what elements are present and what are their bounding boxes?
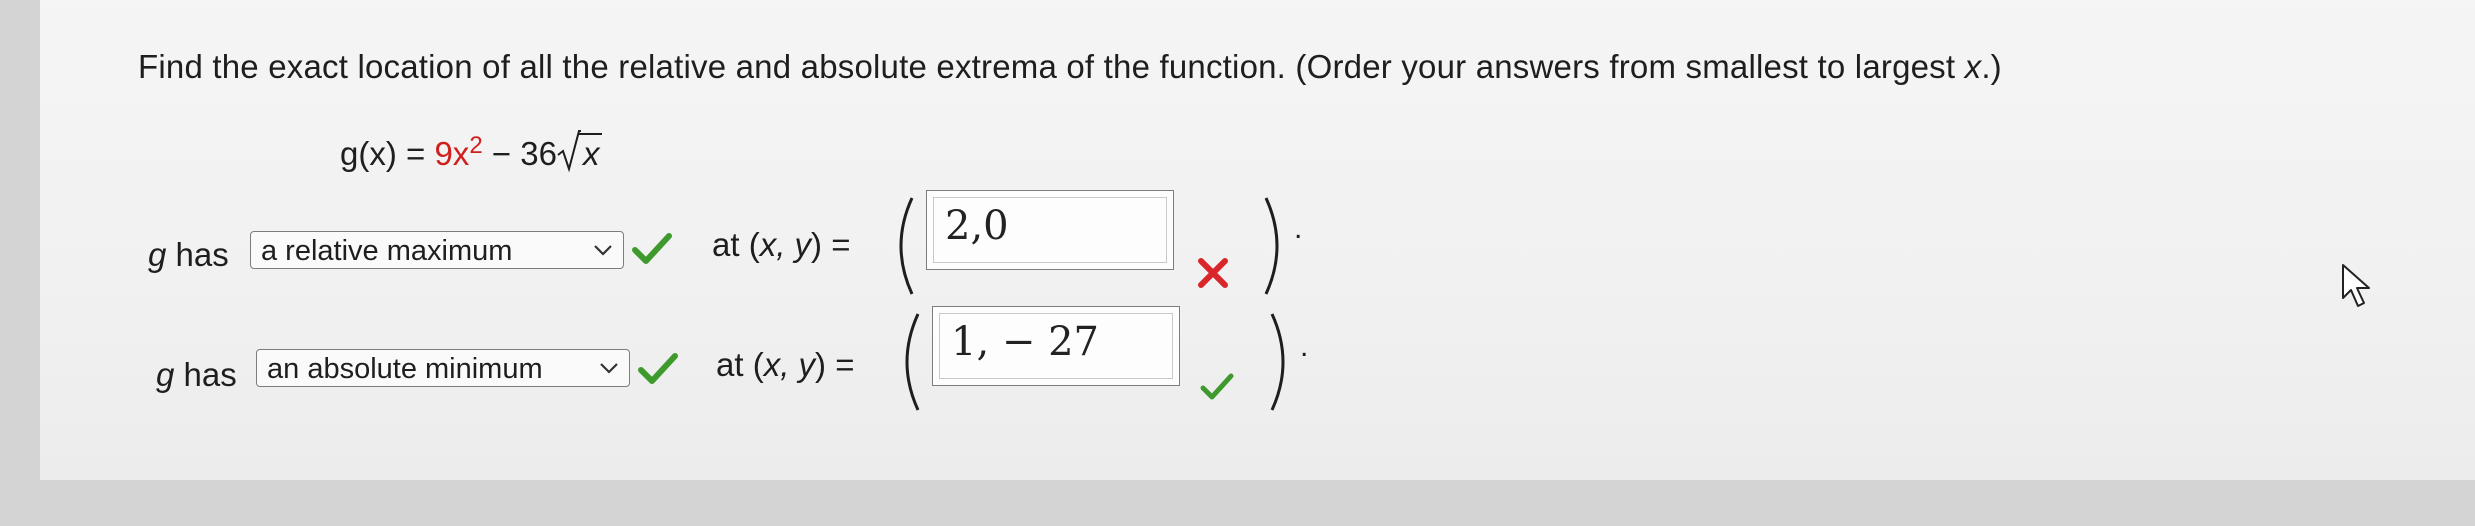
chevron-down-icon — [600, 363, 618, 374]
left-paren-icon — [899, 197, 914, 295]
cross-icon — [1198, 258, 1228, 288]
row1-g-has-label: g has — [148, 236, 229, 274]
row2-end-punct: . — [1300, 330, 1309, 363]
row1-g-symbol: g — [148, 236, 167, 273]
row1-end-punct: . — [1294, 212, 1303, 245]
right-paren-icon — [1270, 313, 1285, 411]
prompt-variable: x — [1964, 48, 1982, 85]
chevron-down-icon — [594, 245, 612, 256]
row2-at-xy-label: at (x, y) = — [716, 346, 854, 384]
left-paren-icon — [905, 313, 920, 411]
row1-select-value: a relative maximum — [261, 235, 513, 267]
function-formula: g(x) = 9x2 − 36 x — [340, 130, 602, 173]
prompt-end: .) — [1981, 48, 2002, 85]
row2-at-text: at ( — [716, 346, 764, 383]
row1-equals: ) = — [811, 226, 851, 263]
row1-answer-value: 2,0 — [945, 203, 1009, 249]
row1-at-text: at ( — [712, 226, 760, 263]
row2-has-text: has — [174, 356, 237, 393]
square-root: x — [557, 130, 602, 173]
row2-equals: ) = — [815, 346, 855, 383]
row1-at-xy-label: at (x, y) = — [712, 226, 850, 264]
mouse-pointer-icon — [2342, 264, 2370, 307]
formula-term1: 9x2 — [434, 132, 483, 172]
row2-xy-vars: x, y — [763, 346, 816, 383]
row2-select-value: an absolute minimum — [267, 353, 543, 385]
row2-g-has-label: g has — [156, 356, 237, 394]
row2-answer-value: 1, − 27 — [951, 319, 1100, 365]
right-paren-icon — [1264, 197, 1279, 295]
row2-extremum-select[interactable]: an absolute minimum — [256, 349, 630, 387]
row1-extremum-select[interactable]: a relative maximum — [250, 231, 624, 269]
radical-sign-icon — [557, 130, 581, 173]
formula-term1-exponent: 2 — [469, 132, 483, 159]
check-icon — [1200, 373, 1234, 400]
check-icon — [638, 353, 678, 384]
row1-answer-input[interactable]: 2,0 — [926, 190, 1174, 270]
radicand: x — [579, 133, 602, 172]
row2-g-symbol: g — [156, 356, 175, 393]
row2-answer-input[interactable]: 1, − 27 — [932, 306, 1180, 386]
formula-lhs: g(x) = — [340, 135, 435, 172]
row1-has-text: has — [166, 236, 229, 273]
row1-xy-vars: x, y — [759, 226, 812, 263]
check-icon — [632, 233, 672, 264]
question-prompt: Find the exact location of all the relat… — [138, 48, 2002, 86]
formula-term1-base: 9x — [434, 135, 470, 172]
formula-minus-term: − 36 — [482, 135, 557, 172]
prompt-text: Find the exact location of all the relat… — [138, 48, 1965, 85]
